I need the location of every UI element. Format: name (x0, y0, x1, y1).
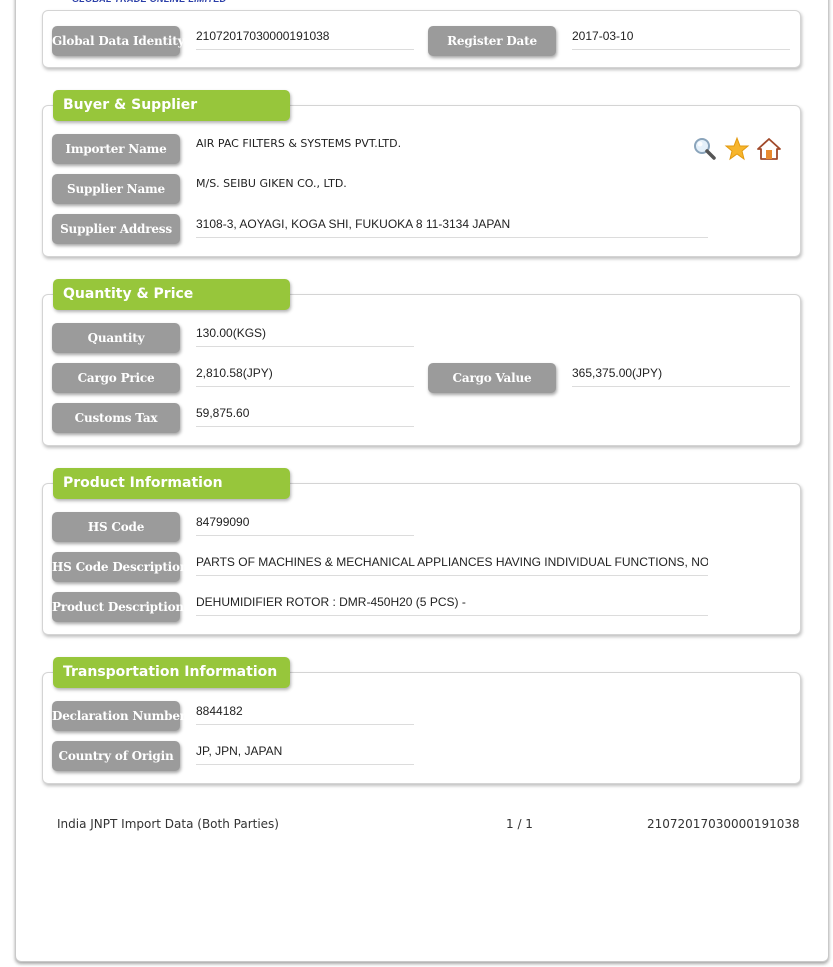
hs-code-description-row: HS Code Description PARTS OF MACHINES & … (52, 552, 752, 582)
transportation-section: Transportation Information Declaration N… (42, 657, 801, 784)
register-date-value: 2017-03-10 (572, 26, 790, 50)
global-data-identity-value: 21072017030000191038 (196, 26, 414, 50)
buyer-supplier-title: Buyer & Supplier Information (53, 90, 290, 144)
product-description-label: Product Description (52, 592, 184, 622)
home-icon[interactable] (756, 136, 782, 162)
identity-section: Global Data Identity 2107201703000019103… (42, 10, 801, 68)
importer-name-value: AIR PAC FILTERS & SYSTEMS PVT.LTD. (196, 137, 402, 150)
importer-name-label: Importer Name (52, 134, 180, 164)
hs-code-description-label: HS Code Description (52, 552, 189, 582)
product-section: Product Information HS Code 84799090 HS … (42, 468, 801, 635)
company-logo-text: GLOBAL TRADE ONLINE LIMITED (72, 0, 226, 4)
declaration-number-row: Declaration Number 8844182 (52, 701, 416, 731)
supplier-address-label: Supplier Address (52, 214, 180, 244)
supplier-name-label: Supplier Name (52, 174, 180, 204)
supplier-name-row: Supplier Name M/S. SEIBU GIKEN CO., LTD. (52, 174, 752, 204)
quantity-price-section: Quantity & Price Information Quantity 13… (42, 279, 801, 446)
cargo-value-row: Cargo Value 365,375.00(JPY) (428, 363, 792, 393)
product-description-value: DEHUMIDIFIER ROTOR : DMR-450H20 (5 PCS) … (196, 592, 708, 616)
global-data-identity-row: Global Data Identity 2107201703000019103… (52, 26, 416, 56)
cargo-price-label: Cargo Price (52, 363, 180, 393)
declaration-number-label: Declaration Number (52, 701, 186, 731)
transportation-title: Transportation Information (53, 657, 290, 688)
cargo-price-value: 2,810.58(JPY) (196, 363, 414, 387)
declaration-number-value: 8844182 (196, 701, 414, 725)
quantity-label: Quantity (52, 323, 180, 353)
country-of-origin-value: JP, JPN, JAPAN (196, 741, 414, 765)
quantity-value: 130.00(KGS) (196, 323, 414, 347)
supplier-address-row: Supplier Address 3108-3, AOYAGI, KOGA SH… (52, 214, 752, 244)
buyer-supplier-section: Buyer & Supplier Information Importer Na… (42, 90, 801, 257)
country-of-origin-row: Country of Origin JP, JPN, JAPAN (52, 741, 416, 771)
footer-page: 1 / 1 (506, 817, 533, 831)
register-date-row: Register Date 2017-03-10 (428, 26, 792, 56)
quantity-row: Quantity 130.00(KGS) (52, 323, 416, 353)
hs-code-description-value: PARTS OF MACHINES & MECHANICAL APPLIANCE… (196, 552, 708, 576)
supplier-name-value: M/S. SEIBU GIKEN CO., LTD. (196, 177, 347, 190)
hs-code-value: 84799090 (196, 512, 414, 536)
register-date-label: Register Date (428, 26, 556, 56)
cargo-value-label: Cargo Value (428, 363, 556, 393)
importer-name-row: Importer Name AIR PAC FILTERS & SYSTEMS … (52, 134, 752, 164)
global-data-identity-label: Global Data Identity (52, 26, 185, 56)
country-of-origin-label: Country of Origin (52, 741, 180, 771)
supplier-address-value: 3108-3, AOYAGI, KOGA SHI, FUKUOKA 8 11-3… (196, 214, 708, 238)
footer-record-id: 21072017030000191038 (647, 817, 800, 831)
quantity-price-title: Quantity & Price Information (53, 279, 290, 333)
hs-code-row: HS Code 84799090 (52, 512, 416, 542)
product-title: Product Information (53, 468, 290, 499)
hs-code-label: HS Code (52, 512, 180, 542)
customs-tax-label: Customs Tax (52, 403, 180, 433)
footer-source: India JNPT Import Data (Both Parties) (57, 817, 279, 831)
cargo-price-row: Cargo Price 2,810.58(JPY) (52, 363, 416, 393)
customs-tax-value: 59,875.60 (196, 403, 414, 427)
cargo-value-value: 365,375.00(JPY) (572, 363, 790, 387)
customs-tax-row: Customs Tax 59,875.60 (52, 403, 416, 433)
product-description-row: Product Description DEHUMIDIFIER ROTOR :… (52, 592, 752, 622)
